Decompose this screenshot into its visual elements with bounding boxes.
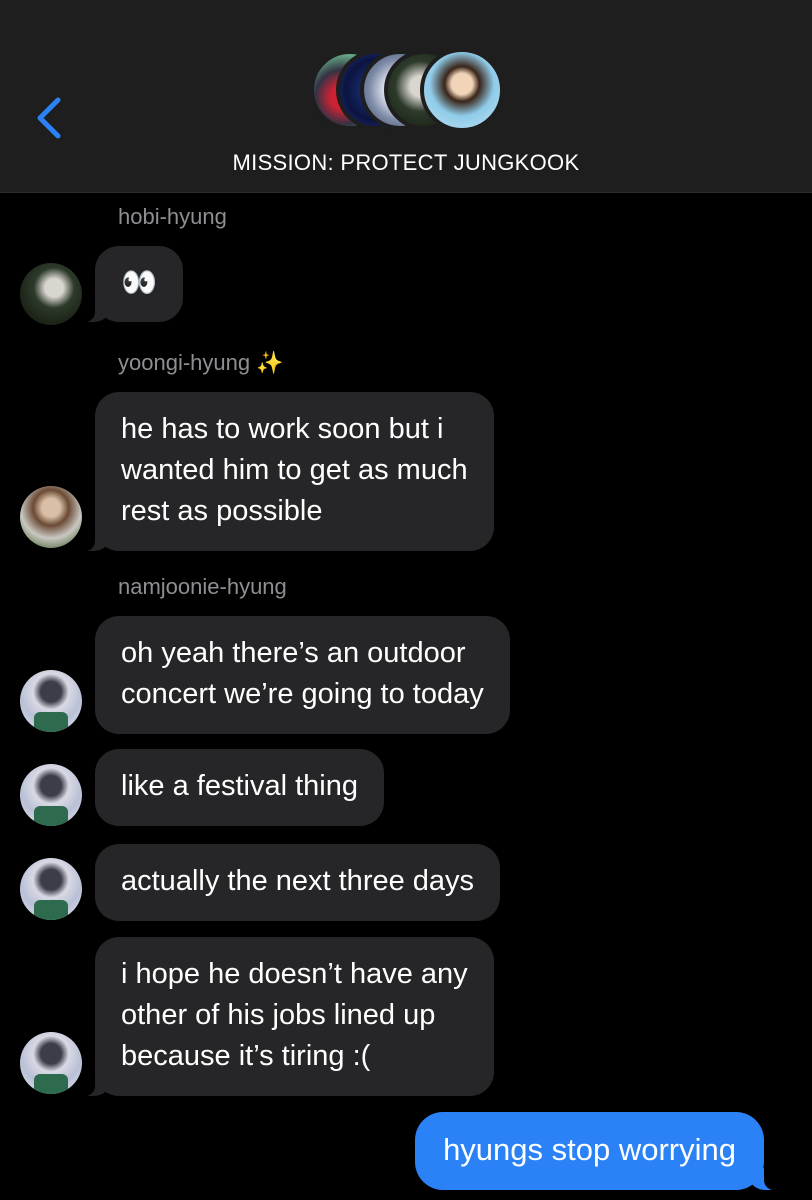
conversation-header: MISSION: PROTECT JUNGKOOK [0,0,812,193]
message-text: because it’s tiring :( [121,1040,371,1072]
sender-name: yoongi-hyung ✨ [118,350,284,375]
message-bubble[interactable]: oh yeah there’s an outdoor concert we’re… [95,616,510,734]
message-text: i hope he doesn’t have any [121,958,468,990]
sender-avatar[interactable] [20,263,82,325]
sender-name: hobi-hyung [118,204,227,229]
message-text: 👀 [121,267,158,299]
message-text: hyungs stop worrying [443,1132,736,1167]
conversation-title[interactable]: MISSION: PROTECT JUNGKOOK [0,150,812,176]
message-text: rest as possible [121,495,323,527]
group-member-avatar [420,48,504,132]
message-text: other of his jobs lined up [121,999,436,1031]
message-text: wanted him to get as much [121,454,468,486]
sender-avatar[interactable] [20,486,82,548]
outgoing-message-bubble[interactable]: hyungs stop worrying [415,1112,778,1190]
sender-avatar[interactable] [20,670,82,732]
sender-avatar[interactable] [20,1032,82,1094]
group-avatar-stack[interactable] [310,48,510,138]
message-bubble[interactable]: i hope he doesn’t have any other of his … [81,937,494,1096]
message-bubble[interactable]: actually the next three days [95,844,501,921]
sender-avatar[interactable] [20,858,82,920]
sender-avatar[interactable] [20,764,82,826]
message-text: he has to work soon but i [121,413,444,445]
message-text: oh yeah there’s an outdoor [121,637,466,669]
message-text: like a festival thing [121,770,358,802]
message-text: actually the next three days [121,865,475,897]
message-bubble[interactable]: 👀 [80,246,184,322]
message-text: concert we’re going to today [121,678,484,710]
back-button[interactable] [32,96,72,140]
message-bubble[interactable]: he has to work soon but i wanted him to … [81,392,494,551]
sender-name: namjoonie-hyung [118,574,287,599]
chevron-left-icon [37,97,61,139]
message-bubble[interactable]: like a festival thing [95,749,384,826]
